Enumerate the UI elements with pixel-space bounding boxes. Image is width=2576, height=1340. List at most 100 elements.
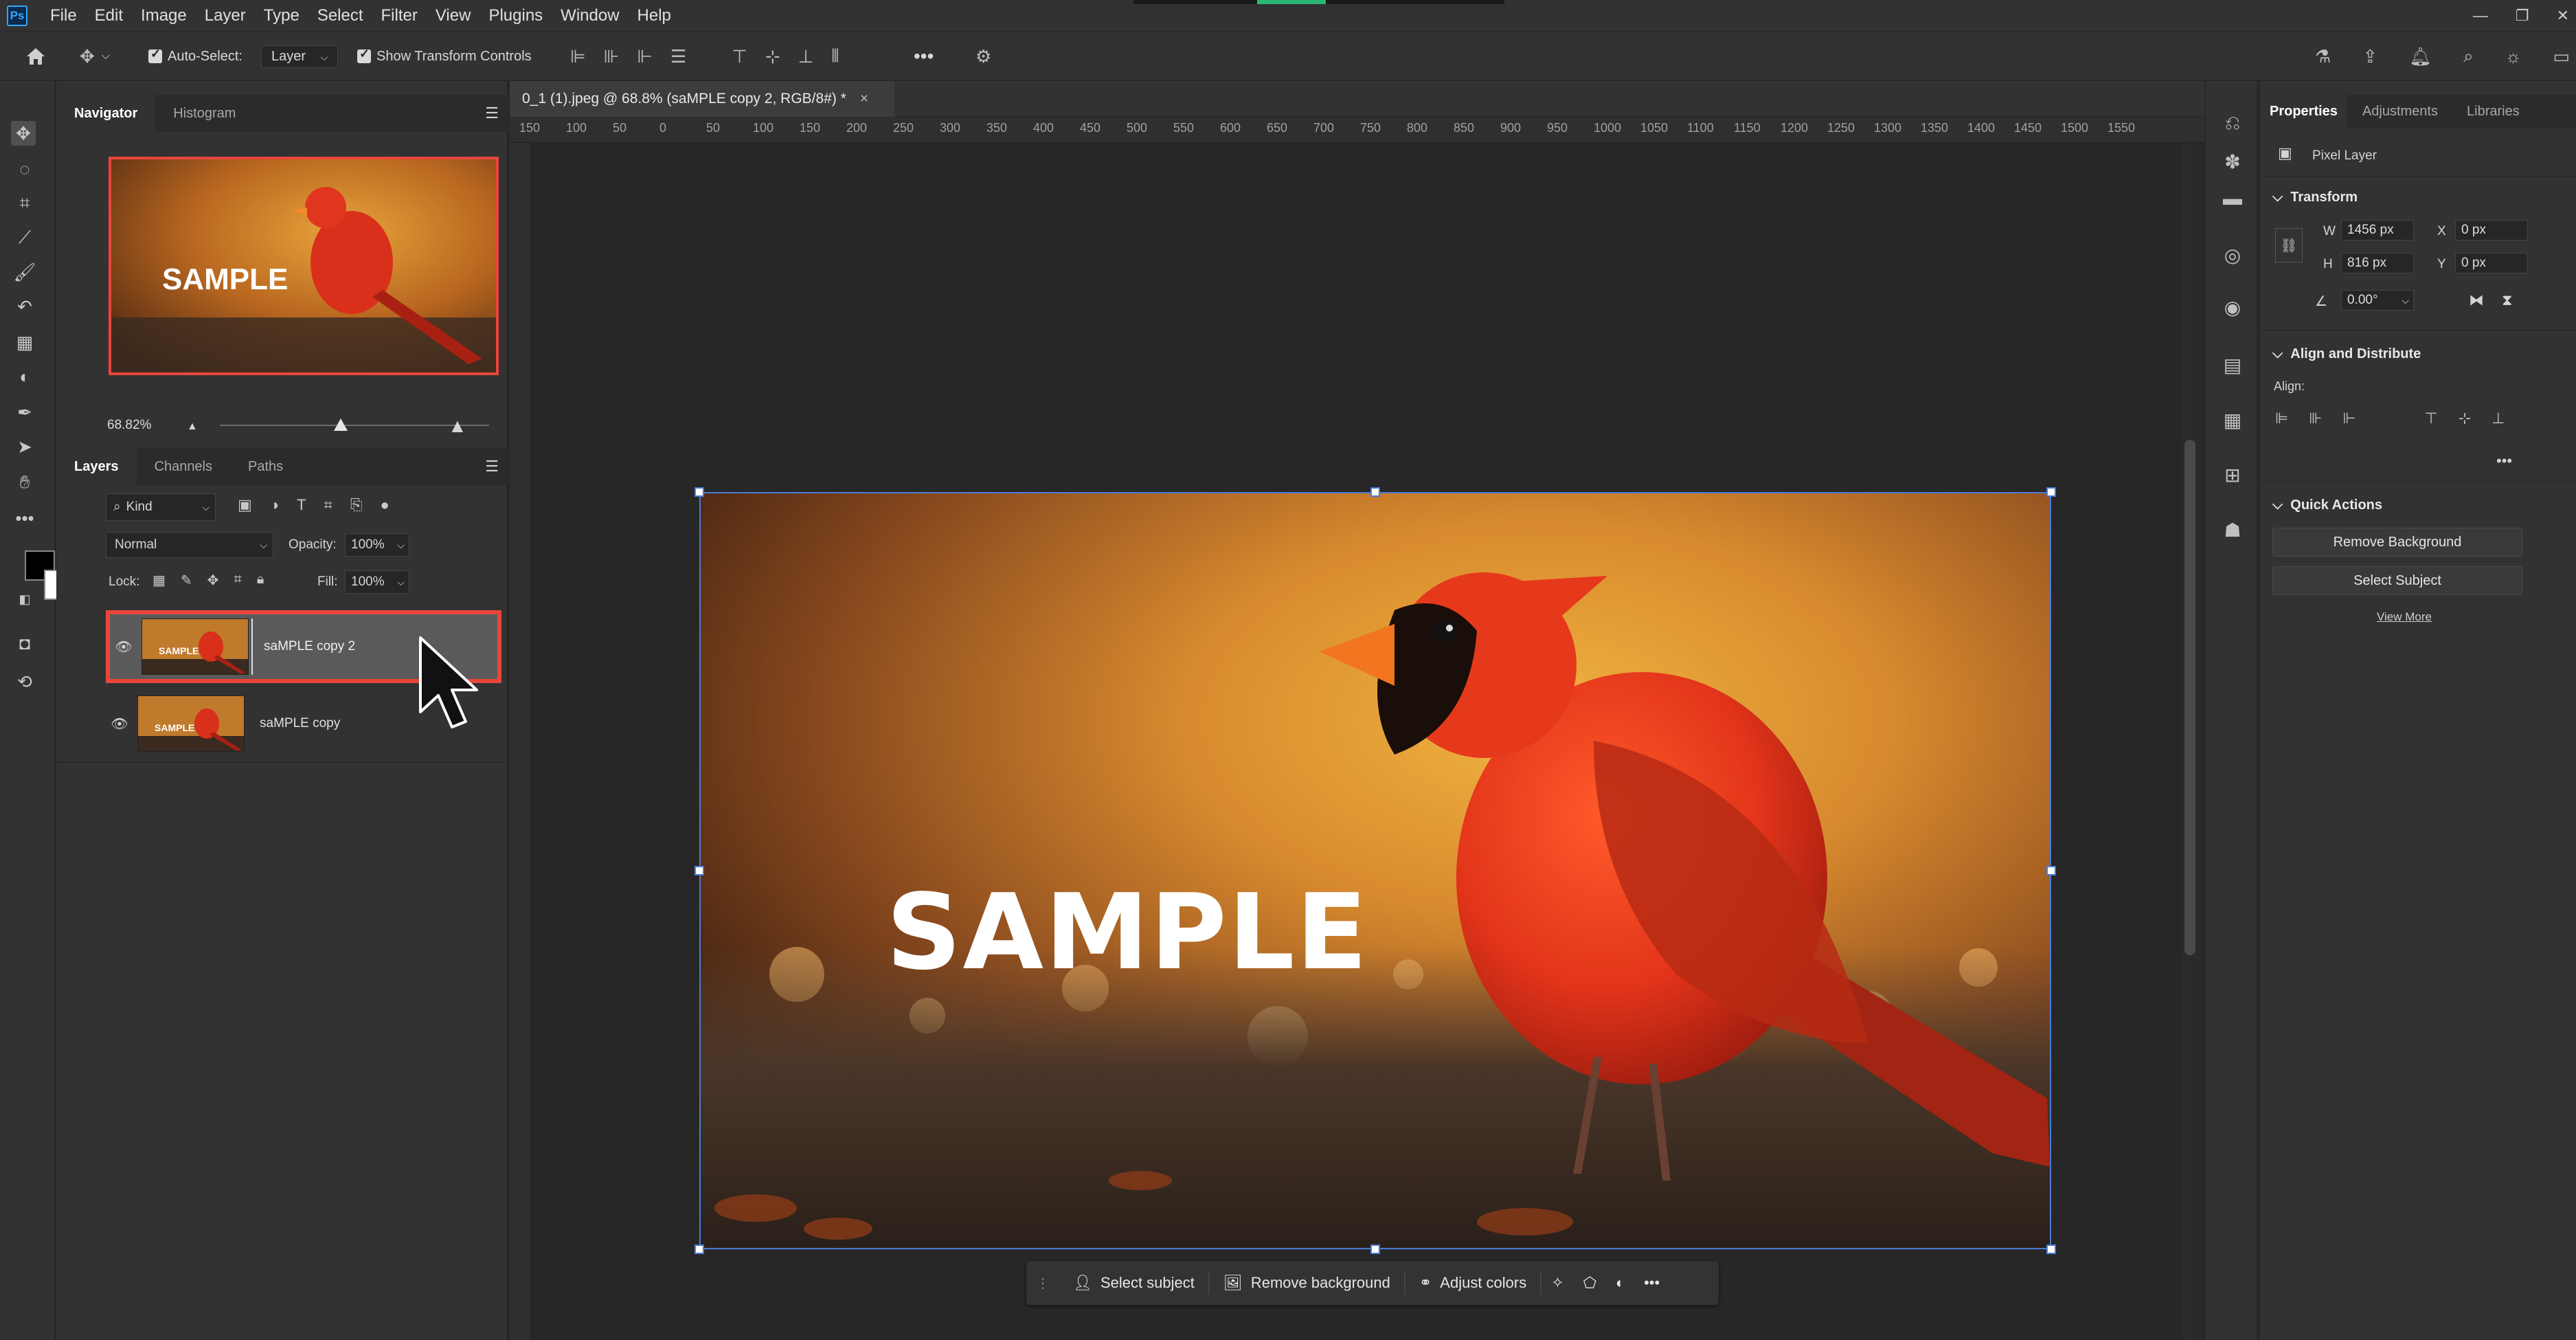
- history-icon[interactable]: ⎌: [2221, 111, 2244, 135]
- brush-settings-icon[interactable]: ✽: [2221, 150, 2244, 173]
- remove-background-button[interactable]: 🖼︎ Remove background: [1210, 1266, 1404, 1300]
- brush-tool-icon[interactable]: 🖌︎: [12, 260, 37, 284]
- menu-edit[interactable]: Edit: [86, 6, 132, 25]
- transform-handle-br[interactable]: [2046, 1244, 2056, 1254]
- move-tool-icon[interactable]: ✥ ⌵: [80, 32, 110, 81]
- swatches-icon[interactable]: ◉: [2221, 295, 2244, 319]
- navigator-thumbnail[interactable]: SAMPLE: [109, 157, 499, 375]
- auto-select-checkbox[interactable]: [148, 47, 162, 63]
- zoom-out-icon[interactable]: ▲: [187, 421, 198, 433]
- document-image[interactable]: SAMPLE: [699, 492, 2051, 1249]
- align-vertical-centers-icon[interactable]: ⊹: [2459, 410, 2471, 427]
- tab-libraries[interactable]: Libraries: [2453, 93, 2533, 130]
- opacity-field[interactable]: 100% ⌵: [345, 533, 409, 557]
- align-left-edges-icon[interactable]: ⊫: [2275, 410, 2288, 427]
- search-icon[interactable]: ⌕: [2463, 45, 2474, 67]
- share-icon[interactable]: ⇪: [2362, 46, 2377, 67]
- link-icon[interactable]: ⛓: [2275, 228, 2303, 263]
- transform-handle-right[interactable]: [2046, 866, 2056, 875]
- distribute-vertical-icon[interactable]: ⫴: [831, 45, 839, 67]
- lightbulb-icon[interactable]: ☼: [2505, 46, 2522, 67]
- fill-field[interactable]: 100% ⌵: [345, 570, 409, 594]
- lock-all-icon[interactable]: 🔒︎: [257, 572, 264, 589]
- gradients-icon[interactable]: ▤: [2221, 353, 2244, 377]
- transform-handle-tl[interactable]: [694, 487, 704, 497]
- gear-icon[interactable]: ⚙: [975, 32, 991, 81]
- height-field[interactable]: 816 px: [2341, 253, 2414, 273]
- view-more-link[interactable]: View More: [2260, 610, 2549, 624]
- layers-menu-icon[interactable]: ☰: [485, 458, 499, 476]
- tab-paths[interactable]: Paths: [230, 448, 301, 485]
- menu-file[interactable]: File: [41, 6, 86, 25]
- eyedropper-tool-icon[interactable]: ⟋: [12, 225, 37, 250]
- tab-properties[interactable]: Properties: [2260, 93, 2347, 130]
- layer-name[interactable]: saMPLE copy: [260, 716, 340, 731]
- more-tools-icon[interactable]: •••: [12, 506, 37, 531]
- pen-tool-icon[interactable]: ✒: [12, 400, 37, 425]
- paint-bucket-icon[interactable]: ◐: [12, 364, 37, 389]
- blend-mode-dropdown[interactable]: Normal ⌵: [106, 532, 273, 558]
- align-left-icon[interactable]: ⊫: [570, 46, 586, 67]
- transform-handle-bottom[interactable]: [1370, 1244, 1380, 1254]
- lock-pixels-icon[interactable]: ✎: [181, 572, 192, 589]
- align-top-edges-icon[interactable]: ⊤: [2425, 410, 2438, 427]
- plugins-icon[interactable]: ☗: [2221, 518, 2244, 541]
- menu-image[interactable]: Image: [132, 6, 196, 25]
- lock-transparent-icon[interactable]: ▦: [152, 572, 166, 589]
- workspace-icon[interactable]: ▭: [2553, 46, 2571, 67]
- crop-tool-icon[interactable]: ⌗: [12, 191, 37, 216]
- close-window-icon[interactable]: ✕: [2557, 7, 2569, 25]
- distribute-icon[interactable]: ☰: [670, 46, 686, 67]
- width-field[interactable]: 1456 px: [2341, 220, 2414, 241]
- tab-histogram[interactable]: Histogram: [155, 95, 253, 132]
- transform-handle-left[interactable]: [694, 866, 704, 875]
- menu-type[interactable]: Type: [255, 6, 308, 25]
- layer-name[interactable]: saMPLE copy 2: [264, 639, 355, 654]
- auto-select-toggle[interactable]: Auto-Select:: [148, 32, 242, 81]
- flip-vertical-icon[interactable]: ⧗: [2502, 291, 2512, 309]
- more-options-button[interactable]: •••: [914, 32, 934, 81]
- visibility-eye-icon[interactable]: 👁︎: [110, 638, 137, 656]
- default-colors-icon[interactable]: ◧: [12, 587, 37, 612]
- bell-icon[interactable]: 🔔︎: [2409, 46, 2432, 67]
- align-more-button[interactable]: •••: [2496, 452, 2512, 470]
- navigator-zoom-value[interactable]: 68.82%: [107, 418, 151, 433]
- transform-handle-tr[interactable]: [2046, 487, 2056, 497]
- align-middle-icon[interactable]: ⊹: [765, 46, 780, 67]
- transform-handle-top[interactable]: [1370, 487, 1380, 497]
- adjust-colors-button[interactable]: ⚭ Adjust colors: [1405, 1266, 1540, 1300]
- color-icon[interactable]: ◎: [2221, 243, 2244, 267]
- menu-plugins[interactable]: Plugins: [479, 6, 552, 25]
- quick-actions-section[interactable]: ⌵ Quick Actions: [2272, 498, 2382, 513]
- close-tab-icon[interactable]: ×: [860, 91, 868, 107]
- flip-horizontal-icon[interactable]: ⧓: [2469, 291, 2484, 309]
- tab-layers[interactable]: Layers: [56, 448, 137, 485]
- mask-icon[interactable]: ◐: [1606, 1274, 1634, 1292]
- align-bottom-edges-icon[interactable]: ⊥: [2492, 410, 2505, 427]
- hand-tool-icon[interactable]: ✋︎: [12, 470, 37, 495]
- filter-adjustment-icon[interactable]: ◑: [270, 496, 279, 514]
- align-bottom-icon[interactable]: ⊥: [798, 46, 814, 67]
- history-brush-icon[interactable]: ↶: [12, 294, 37, 319]
- filter-shape-icon[interactable]: ⌗: [324, 496, 332, 514]
- remove-background-quick-button[interactable]: Remove Background: [2272, 528, 2522, 557]
- auto-select-dropdown[interactable]: Layer ⌵: [261, 32, 339, 81]
- transform-handle-bl[interactable]: [694, 1244, 704, 1254]
- minimize-icon[interactable]: —: [2473, 7, 2488, 25]
- panel-menu-icon[interactable]: ☰: [485, 104, 499, 122]
- menu-filter[interactable]: Filter: [372, 6, 427, 25]
- menu-help[interactable]: Help: [629, 6, 680, 25]
- vertical-scrollbar-thumb[interactable]: [2184, 440, 2195, 955]
- angle-field[interactable]: 0.00° ⌵: [2341, 290, 2414, 311]
- select-subject-button[interactable]: 👤︎ Select subject: [1059, 1266, 1208, 1300]
- x-field[interactable]: 0 px: [2455, 220, 2528, 241]
- flask-icon[interactable]: ⚗: [2315, 46, 2331, 67]
- comment-icon[interactable]: ▬: [2221, 187, 2244, 210]
- lock-artboard-icon[interactable]: ⌗: [234, 572, 241, 589]
- align-horizontal-centers-icon[interactable]: ⊪: [2309, 410, 2322, 427]
- zoom-slider-thumb[interactable]: [334, 418, 348, 431]
- document-tab[interactable]: 0_1 (1).jpeg @ 68.8% (saMPLE copy 2, RGB…: [510, 81, 894, 117]
- show-transform-toggle[interactable]: Show Transform Controls: [357, 32, 532, 81]
- y-field[interactable]: 0 px: [2455, 253, 2528, 273]
- patterns-icon[interactable]: ▦: [2221, 408, 2244, 432]
